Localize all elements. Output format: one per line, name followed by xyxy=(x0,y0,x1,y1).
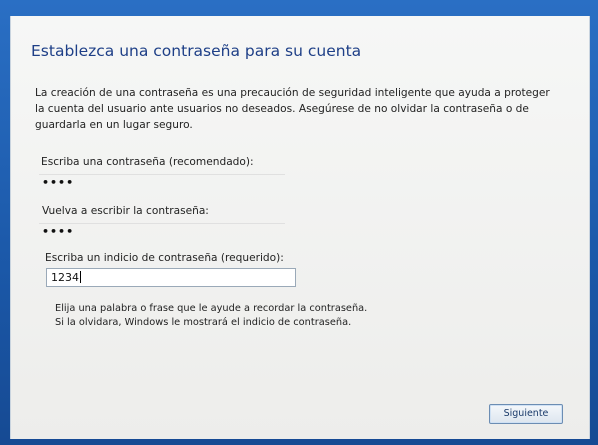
hint-note: Elija una palabra o frase que le ayude a… xyxy=(55,302,367,330)
next-button[interactable]: Siguiente xyxy=(489,404,563,424)
password-setup-dialog: Establezca una contraseña para su cuenta… xyxy=(10,16,590,439)
intro-line-2: la cuenta del usuario ante usuarios no d… xyxy=(35,103,529,115)
intro-line-3: guardarla en un lugar seguro. xyxy=(35,119,193,131)
intro-line-1: La creación de una contraseña es una pre… xyxy=(35,87,550,99)
password-field[interactable]: •••• xyxy=(39,174,285,192)
text-cursor xyxy=(80,271,81,283)
password-hint-label: Escriba un indicio de contraseña (requer… xyxy=(45,252,284,264)
password-hint-value: 1234 xyxy=(51,271,79,284)
password-hint-input[interactable]: 1234 xyxy=(46,268,296,287)
confirm-password-field[interactable]: •••• xyxy=(39,223,285,241)
hint-note-line-1: Elija una palabra o frase que le ayude a… xyxy=(55,303,368,314)
intro-text: La creación de una contraseña es una pre… xyxy=(35,85,575,133)
dialog-title: Establezca una contraseña para su cuenta xyxy=(31,42,362,60)
confirm-password-label: Vuelva a escribir la contraseña: xyxy=(42,205,209,217)
password-label: Escriba una contraseña (recomendado): xyxy=(41,156,254,168)
desktop-background: Establezca una contraseña para su cuenta… xyxy=(0,0,598,445)
hint-note-line-2: Si la olvidara, Windows le mostrará el i… xyxy=(55,317,352,328)
